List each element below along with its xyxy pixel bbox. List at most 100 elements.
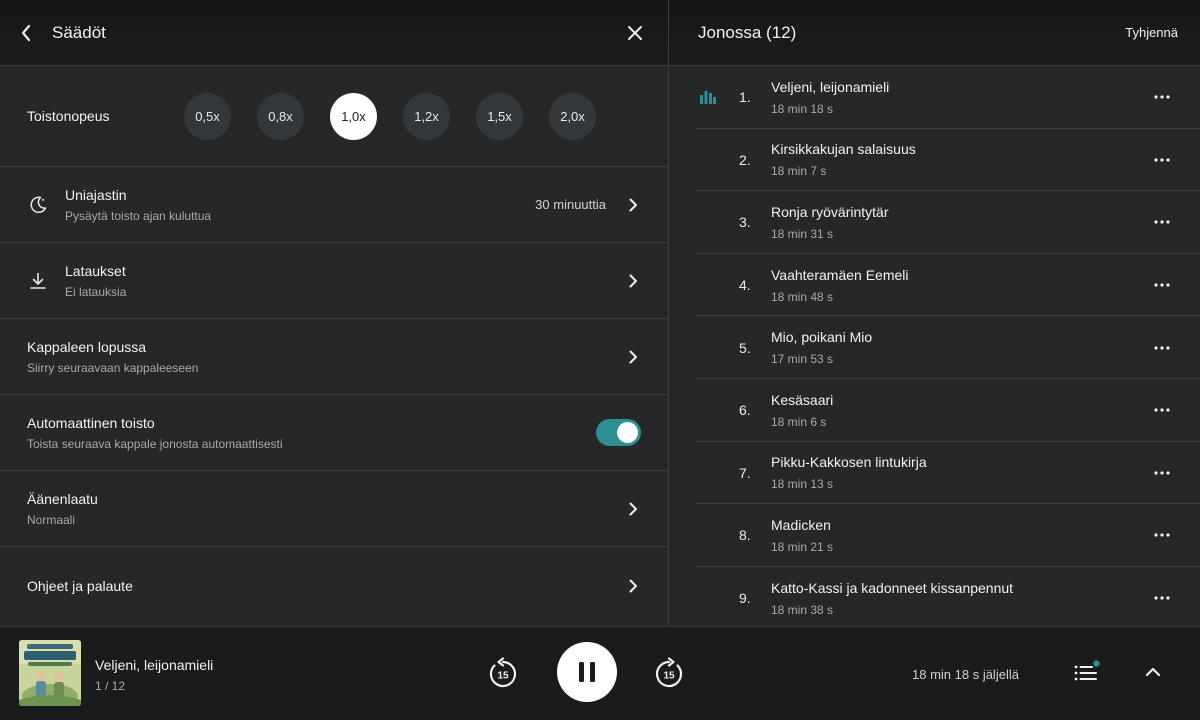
queue-item-title: Ronja ryövärintytär xyxy=(771,203,889,220)
queue-item-duration: 17 min 53 s xyxy=(771,352,834,367)
speed-option-0-5x[interactable]: 0,5x xyxy=(184,92,231,140)
playback-speed-options: 0,5x 0,8x 1,0x 1,2x 1,5x 2,0x xyxy=(184,92,596,140)
more-options-button[interactable] xyxy=(1142,458,1182,488)
queue-item-number: 3. xyxy=(739,214,751,231)
queue-list: 1. Veljeni, leijonamieli 18 min 18 s 2. … xyxy=(669,66,1200,626)
downloads-row[interactable]: Lataukset Ei latauksia xyxy=(0,243,668,319)
now-playing-position: 1 / 12 xyxy=(95,679,126,693)
back-button[interactable] xyxy=(20,18,40,48)
queue-item-title: Katto-Kassi ja kadonneet kissanpennut xyxy=(771,579,1014,596)
now-playing-icon xyxy=(700,91,716,105)
skip-forward-button[interactable]: 15 xyxy=(652,657,686,691)
time-remaining: 18 min 18 s jäljellä xyxy=(912,667,1019,682)
player-bar: Veljeni, leijonamieli 1 / 12 15 15 18 mi… xyxy=(0,626,1200,720)
queue-item[interactable]: 9. Katto-Kassi ja kadonneet kissanpennut… xyxy=(669,567,1200,626)
queue-item-title: Vaahteramäen Eemeli xyxy=(771,266,909,283)
more-options-button[interactable] xyxy=(1142,270,1182,300)
queue-item[interactable]: 5. Mio, poikani Mio 17 min 53 s xyxy=(669,316,1200,379)
speed-option-0-8x[interactable]: 0,8x xyxy=(257,92,304,140)
now-playing-title: Veljeni, leijonamieli xyxy=(95,657,214,673)
chevron-right-icon xyxy=(629,198,637,211)
chevron-right-icon xyxy=(629,502,637,515)
more-horizontal-icon xyxy=(1154,158,1170,162)
chevron-right-icon xyxy=(629,350,637,363)
queue-item-number: 7. xyxy=(739,464,751,481)
more-horizontal-icon xyxy=(1154,533,1170,538)
settings-header: Säädöt xyxy=(0,0,668,66)
queue-button[interactable] xyxy=(1073,660,1101,686)
chevron-left-icon xyxy=(21,24,31,41)
sleep-timer-value: 30 minuuttia xyxy=(535,197,606,212)
close-button[interactable] xyxy=(620,18,650,48)
queue-item-title: Mio, poikani Mio xyxy=(771,329,873,346)
sleep-timer-title: Uniajastin xyxy=(65,186,127,203)
chevron-right-icon xyxy=(629,579,637,593)
queue-item-number: 1. xyxy=(739,89,751,106)
svg-text:15: 15 xyxy=(497,671,509,682)
queue-item-title: Veljeni, leijonamieli xyxy=(771,78,890,95)
queue-item[interactable]: 3. Ronja ryövärintytär 18 min 31 s xyxy=(669,191,1200,254)
autoplay-row: Automaattinen toisto Toista seuraava kap… xyxy=(0,395,668,471)
more-horizontal-icon xyxy=(1154,346,1170,350)
more-options-button[interactable] xyxy=(1142,145,1182,175)
queue-header: Jonossa (12) Tyhjennä xyxy=(669,0,1200,66)
queue-item-duration: 18 min 6 s xyxy=(771,414,827,429)
playback-speed-label: Toistonopeus xyxy=(27,108,110,124)
more-options-button[interactable] xyxy=(1142,207,1182,237)
queue-item-number: 6. xyxy=(739,402,751,419)
more-options-button[interactable] xyxy=(1142,82,1182,112)
more-options-button[interactable] xyxy=(1142,520,1182,550)
queue-item[interactable]: 4. Vaahteramäen Eemeli 18 min 48 s xyxy=(669,254,1200,317)
autoplay-title: Automaattinen toisto xyxy=(27,414,155,431)
speed-option-1-2x[interactable]: 1,2x xyxy=(403,92,450,140)
toggle-knob xyxy=(617,422,638,443)
pause-button[interactable] xyxy=(557,642,617,702)
more-horizontal-icon xyxy=(1154,95,1170,99)
pause-icon xyxy=(579,662,595,682)
end-of-track-row[interactable]: Kappaleen lopussa Siirry seuraavaan kapp… xyxy=(0,319,668,395)
queue-item-number: 9. xyxy=(739,590,751,607)
queue-item-number: 2. xyxy=(739,151,751,168)
settings-title: Säädöt xyxy=(52,22,106,42)
audio-quality-subtitle: Normaali xyxy=(27,512,76,527)
queue-title: Jonossa (12) xyxy=(698,22,797,42)
queue-item-duration: 18 min 7 s xyxy=(771,164,827,179)
more-horizontal-icon xyxy=(1154,283,1170,287)
svg-text:15: 15 xyxy=(663,671,675,682)
queue-item[interactable]: 8. Madicken 18 min 21 s xyxy=(669,504,1200,567)
download-icon xyxy=(27,270,49,292)
queue-item[interactable]: 6. Kesäsaari 18 min 6 s xyxy=(669,379,1200,442)
playback-speed-row: Toistonopeus 0,5x 0,8x 1,0x 1,2x 1,5x 2,… xyxy=(0,66,668,167)
moon-icon xyxy=(27,194,49,216)
queue-item[interactable]: 7. Pikku-Kakkosen lintukirja 18 min 13 s xyxy=(669,442,1200,505)
replay-15-icon: 15 xyxy=(489,657,517,688)
speed-option-2-0x[interactable]: 2,0x xyxy=(549,92,596,140)
help-feedback-row[interactable]: Ohjeet ja palaute xyxy=(0,547,668,625)
more-horizontal-icon xyxy=(1154,596,1170,600)
close-icon xyxy=(628,25,642,40)
queue-item-number: 4. xyxy=(739,277,751,294)
queue-item[interactable]: 1. Veljeni, leijonamieli 18 min 18 s xyxy=(669,66,1200,129)
expand-player-button[interactable] xyxy=(1142,661,1164,683)
more-options-button[interactable] xyxy=(1142,395,1182,425)
skip-back-button[interactable]: 15 xyxy=(486,657,520,691)
audio-quality-row[interactable]: Äänenlaatu Normaali xyxy=(0,471,668,547)
settings-panel: Säädöt Toistonopeus 0,5x 0,8x 1,0x 1,2x … xyxy=(0,0,668,626)
forward-15-icon: 15 xyxy=(655,657,683,688)
queue-item[interactable]: 2. Kirsikkakujan salaisuus 18 min 7 s xyxy=(669,129,1200,192)
more-options-button[interactable] xyxy=(1142,333,1182,363)
clear-queue-button[interactable]: Tyhjennä xyxy=(1125,25,1178,40)
speed-option-1-5x[interactable]: 1,5x xyxy=(476,92,523,140)
autoplay-toggle[interactable] xyxy=(596,419,641,446)
more-horizontal-icon xyxy=(1154,220,1170,225)
queue-item-duration: 18 min 38 s xyxy=(771,602,834,617)
speed-option-1-0x[interactable]: 1,0x xyxy=(330,92,377,140)
sleep-timer-row[interactable]: Uniajastin Pysäytä toisto ajan kuluttua … xyxy=(0,167,668,243)
end-of-track-title: Kappaleen lopussa xyxy=(27,338,147,355)
more-horizontal-icon xyxy=(1154,471,1170,475)
queue-item-duration: 18 min 21 s xyxy=(771,539,834,554)
sleep-timer-subtitle: Pysäytä toisto ajan kuluttua xyxy=(65,208,212,223)
end-of-track-subtitle: Siirry seuraavaan kappaleeseen xyxy=(27,360,199,375)
more-options-button[interactable] xyxy=(1142,583,1182,613)
album-cover[interactable] xyxy=(19,640,81,706)
